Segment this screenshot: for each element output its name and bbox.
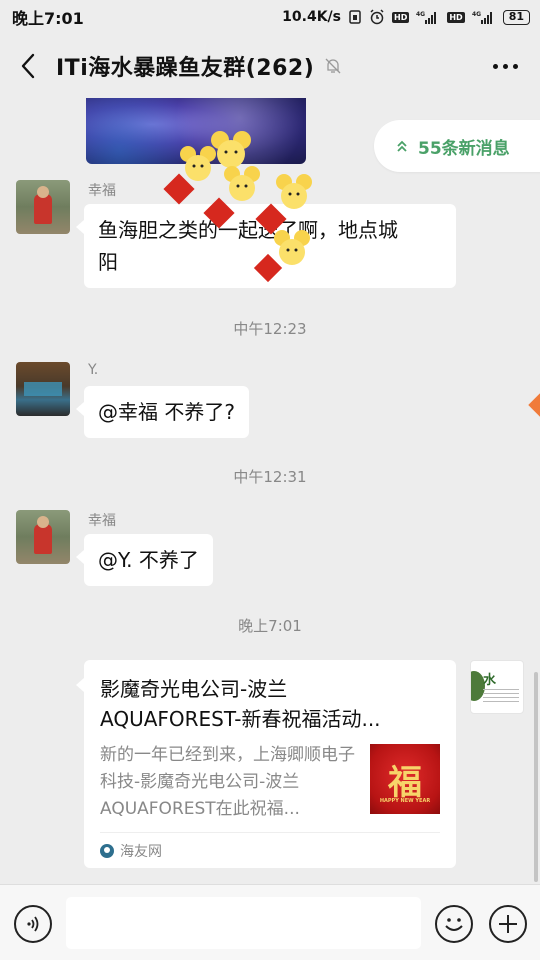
chevron-left-icon [21,53,35,79]
input-bar [0,884,540,960]
signal-icon: 4G [416,10,440,24]
self-avatar[interactable]: 水 [470,660,524,714]
battery-indicator: 81 [502,9,530,25]
avatar-char: 水 [483,673,497,688]
sim-icon [348,10,362,24]
back-button[interactable] [0,34,56,98]
svg-text:4G: 4G [416,11,425,18]
card-title-line: 影魔奇光电公司-波兰 [100,677,288,701]
new-messages-label: 55条新消息 [418,138,510,159]
sender-name: 幸福 [88,513,116,529]
message-bubble[interactable]: @Y. 不养了 [76,534,213,586]
card-source: 海友网 [120,843,162,860]
double-chevron-up-icon [397,140,407,152]
card-body: 新的一年已经到来，上海卿顺电子科技-影魔奇光电公司-波兰AQUAFOREST在此… [100,742,440,823]
message-text: @幸福 不养了? [98,400,235,424]
chat-header: ITi海水暴躁鱼友群(262) [0,34,540,98]
emoji-button[interactable] [435,905,473,943]
message-text-line: 鱼海胆之类的一起送了啊，地点城 [98,218,398,242]
hd-badge: HD [392,11,410,23]
card-footer: 海友网 [100,832,440,868]
message-list[interactable]: 55条新消息 幸福 鱼海胆之类的一起送了啊，地点城 阳 中午12:23 Y. @… [0,98,540,884]
net-speed: 10.4K/s [282,9,341,25]
sender-name: Y. [88,362,99,378]
thumbnail-caption: HAPPY NEW YEAR [379,798,431,804]
message-bubble[interactable]: @幸福 不养了? [76,386,249,438]
more-dots-icon [493,63,498,69]
emoji-icon [445,918,463,931]
message-bubble[interactable]: 鱼海胆之类的一起送了啊，地点城 阳 [76,204,456,288]
link-card[interactable]: 影魔奇光电公司-波兰 AQUAFOREST-新春祝福活动... 新的一年已经到来… [76,660,456,868]
avatar[interactable] [16,510,70,564]
chat-title: ITi海水暴躁鱼友群(262) [56,56,315,81]
status-icons: 10.4K/s HD 4G HD 4G 81 [282,9,530,25]
status-bar: 晚上7:01 10.4K/s HD 4G HD 4G 81 [0,0,540,34]
card-thumbnail: 福 HAPPY NEW YEAR [370,744,440,814]
timestamp: 中午12:23 [233,320,307,338]
alarm-icon [369,9,385,25]
voice-button[interactable] [14,905,52,943]
scrollbar[interactable] [534,672,538,882]
more-dot [513,63,518,69]
avatar[interactable] [16,362,70,416]
message-text-line: 阳 [98,250,118,274]
message-row: 幸福 鱼海胆之类的一起送了啊，地点城 阳 [16,180,456,292]
message-input[interactable] [66,897,421,949]
plus-icon [499,915,517,933]
avatar[interactable] [16,180,70,234]
signal-icon-2: 4G [472,10,496,24]
new-messages-button[interactable]: 55条新消息 [374,120,540,172]
plus-button[interactable] [489,905,527,943]
sender-name: 幸福 [88,183,116,199]
svg-text:4G: 4G [472,11,481,18]
hd-badge-2: HD [447,11,465,23]
card-title-line: AQUAFOREST-新春祝福活动... [100,707,381,731]
image-message[interactable] [86,98,306,164]
status-time: 晚上7:01 [12,9,84,28]
card-description: 新的一年已经到来，上海卿顺电子科技-影魔奇光电公司-波兰AQUAFOREST在此… [100,745,355,819]
more-dot [503,63,508,69]
more-button[interactable] [493,54,518,78]
message-row: 幸福 @Y. 不养了 [16,510,316,590]
card-title: 影魔奇光电公司-波兰 AQUAFOREST-新春祝福活动... [100,674,440,734]
fu-character: 福 [388,762,422,803]
timestamp: 晚上7:01 [238,617,302,635]
avatar-text-lines [483,689,519,703]
source-logo-icon [100,843,114,858]
timestamp: 中午12:31 [233,468,307,486]
unread-marker [528,392,540,418]
message-row: Y. @幸福 不养了? [16,362,316,442]
voice-icon [27,916,39,932]
bell-off-icon [324,57,342,75]
message-text: @Y. 不养了 [98,548,199,572]
